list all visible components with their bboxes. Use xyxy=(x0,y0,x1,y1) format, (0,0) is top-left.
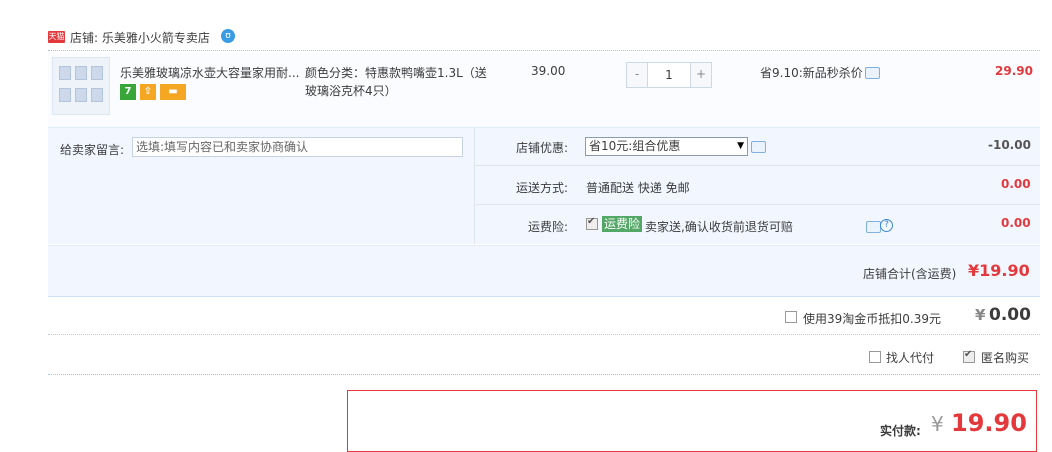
discount-info-icon[interactable] xyxy=(751,141,766,153)
quantity-increase-button[interactable]: + xyxy=(690,63,711,87)
sku-info: 颜色分类：特惠款鸭嘴壶1.3L（送 玻璃浴克杯4只） xyxy=(305,64,495,100)
anonymous-label[interactable]: 匿名购买 xyxy=(981,349,1029,366)
quantity-stepper: - 1 + xyxy=(626,62,712,88)
service-7day-return-icon: 7 xyxy=(120,84,136,100)
promotion-text: 省9.10:新品秒杀价 xyxy=(760,66,863,80)
coins-label: 使用39淘金币抵扣0.39元 xyxy=(803,312,941,326)
shop-discount-select[interactable]: 省10元:组合优惠 ▼ xyxy=(585,137,748,156)
payment-amount: 19.90 xyxy=(951,409,1027,437)
dropdown-arrow-icon: ▼ xyxy=(737,141,744,151)
subtotal-label: 店铺合计(含运费) xyxy=(863,267,957,281)
insurance-label: 运费险: xyxy=(528,220,569,234)
shop-discount-selected: 省10元:组合优惠 xyxy=(589,139,681,153)
payment-label: 实付款: xyxy=(880,424,921,438)
insurance-chat-icon[interactable] xyxy=(866,221,881,233)
shop-discount-label: 店铺优惠: xyxy=(516,141,569,155)
sku-line-2: 玻璃浴克杯4只） xyxy=(305,84,397,98)
unit-price: 39.00 xyxy=(531,64,566,78)
proxy-pay-label[interactable]: 找人代付 xyxy=(886,349,934,366)
shipping-label: 运送方式: xyxy=(516,181,569,195)
coins-amount: 0.00 xyxy=(989,305,1031,325)
item-total-price: 29.90 xyxy=(995,64,1033,78)
quantity-input[interactable]: 1 xyxy=(648,63,690,87)
message-label: 给卖家留言: xyxy=(60,143,125,157)
product-title-link[interactable]: 乐美雅玻璃凉水壶大容量家用耐... xyxy=(120,64,300,81)
discount-amount: -10.00 xyxy=(988,138,1031,152)
panel-divider xyxy=(474,128,475,244)
quantity-decrease-button[interactable]: - xyxy=(627,63,648,87)
sku-line-1: 颜色分类：特惠款鸭嘴壶1.3L（送 xyxy=(305,66,487,80)
wangwang-chat-icon[interactable]: ʊ xyxy=(221,29,235,43)
payment-summary-box: 实付款: ¥ 19.90 xyxy=(347,390,1037,452)
coins-checkbox[interactable] xyxy=(785,311,797,323)
divider xyxy=(48,50,1040,51)
row-divider xyxy=(475,165,1040,166)
insurance-description: 卖家送,确认收货前退货可赔 xyxy=(645,220,793,234)
product-thumbnail[interactable] xyxy=(52,57,110,115)
help-icon[interactable]: ? xyxy=(880,219,893,232)
shop-subtotal-row: 店铺合计(含运费) ¥19.90 xyxy=(48,245,1040,297)
proxy-pay-checkbox[interactable] xyxy=(869,351,881,363)
coins-row: 使用39淘金币抵扣0.39元 ¥ 0.00 xyxy=(48,296,1040,335)
shop-name-link[interactable]: 店铺: 乐美雅小火箭专卖店 xyxy=(70,29,210,46)
subtotal-amount: ¥19.90 xyxy=(968,261,1030,280)
divider xyxy=(48,374,1040,375)
anonymous-checkbox[interactable] xyxy=(963,349,975,363)
insurance-checkbox[interactable] xyxy=(586,216,598,230)
service-guarantee-icon: ⇧ xyxy=(140,84,156,100)
insurance-tag: 运费险 xyxy=(602,216,643,232)
service-card-icon: ▬ xyxy=(160,84,186,100)
order-item-row: 乐美雅玻璃凉水壶大容量家用耐... 7 ⇧ ▬ 颜色分类：特惠款鸭嘴壶1.3L（… xyxy=(48,52,1040,128)
payment-currency: ¥ xyxy=(931,412,944,436)
insurance-amount: 0.00 xyxy=(1001,216,1031,230)
shipping-method: 普通配送 快递 免邮 xyxy=(586,181,690,195)
coins-currency: ¥ xyxy=(975,306,986,324)
tmall-icon: 天猫 xyxy=(48,31,65,43)
shop-header: 天猫 店铺: 乐美雅小火箭专卖店 ʊ xyxy=(48,26,1038,50)
shipping-amount: 0.00 xyxy=(1001,177,1031,191)
row-divider xyxy=(475,204,1040,205)
promo-info-icon[interactable] xyxy=(865,67,880,79)
seller-message-input[interactable]: 选填:填写内容已和卖家协商确认 xyxy=(132,137,463,157)
